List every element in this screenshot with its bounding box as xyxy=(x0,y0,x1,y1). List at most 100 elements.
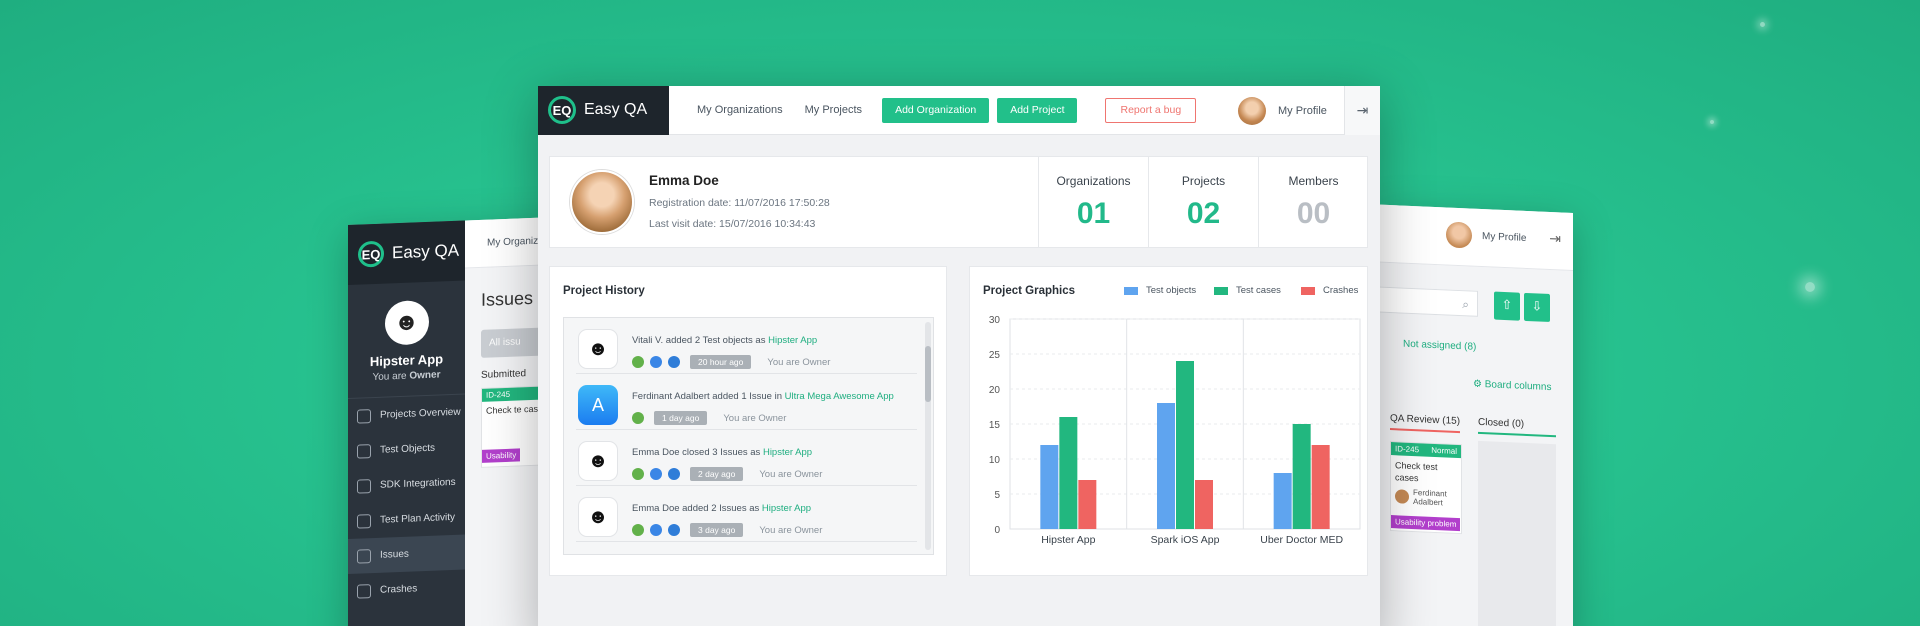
background-glow xyxy=(1710,120,1714,124)
closed-column xyxy=(1478,440,1556,626)
stat-projects[interactable]: Projects 02 xyxy=(1148,157,1258,247)
list-item[interactable]: A Ferdinant Adalbert added 1 Issue in Ult… xyxy=(576,374,917,430)
apple-icon xyxy=(650,524,662,536)
search-input[interactable]: ⌕ xyxy=(1378,286,1478,317)
bar-test-objects xyxy=(1273,473,1292,529)
android-icon xyxy=(632,524,644,536)
nav-my-projects[interactable]: My Projects xyxy=(805,104,862,116)
hipster-logo-icon: ☻ xyxy=(578,497,618,537)
list-item[interactable]: ☻ Emma Doe added 2 Issues as Hipster App 3… xyxy=(576,486,917,542)
history-meta: 20 hour ago You are Owner xyxy=(632,355,830,369)
priority-label: Normal xyxy=(1431,445,1457,456)
bar-chart: 0 5 10 15 20 25 30 Hipster App Spark iOS App Uber… xyxy=(989,315,1361,546)
logout-icon[interactable]: ⇥ xyxy=(1344,86,1380,135)
speedometer-icon xyxy=(357,408,371,424)
project-link[interactable]: Hipster App xyxy=(762,503,811,514)
role-text: You are Owner xyxy=(767,356,831,368)
avatar xyxy=(1446,221,1472,249)
column-header-submitted: Submitted xyxy=(481,368,527,381)
scrollbar[interactable] xyxy=(925,322,931,550)
issue-id: ID-245 xyxy=(1395,444,1420,455)
add-project-button[interactable]: Add Project xyxy=(997,97,1078,123)
profile-menu[interactable]: My Profile xyxy=(1446,221,1526,251)
report-bug-button[interactable]: Report a bug xyxy=(1105,97,1197,123)
y-tick-label: 5 xyxy=(994,490,1000,501)
role-text: You are Owner xyxy=(759,468,823,480)
bar-crashes xyxy=(1311,445,1330,529)
issue-title: Check test cases xyxy=(1395,460,1438,484)
hipster-logo-icon: ☻ xyxy=(578,441,618,481)
logout-icon[interactable]: ⇥ xyxy=(1549,230,1561,248)
y-tick-label: 20 xyxy=(989,385,1001,396)
project-link[interactable]: Ultra Mega Awesome App xyxy=(785,391,894,402)
project-history-panel: Project History ☻ Vitali V. added 2 Test … xyxy=(549,266,947,576)
project-summary: ☻ Hipster App You are Owner xyxy=(348,280,465,399)
filter-not-assigned[interactable]: Not assigned (8) xyxy=(1403,339,1476,353)
hipster-logo-icon: ☻ xyxy=(578,329,618,369)
stat-value: 00 xyxy=(1296,197,1331,230)
sidebar-item-crashes[interactable]: Crashes xyxy=(348,570,465,609)
sidebar-item-issues[interactable]: Issues xyxy=(348,534,465,574)
bar-test-objects xyxy=(1157,403,1175,529)
y-tick-label: 15 xyxy=(989,420,1001,431)
appstore-icon: A xyxy=(578,385,618,425)
all-issues-button[interactable]: All issu xyxy=(481,327,541,358)
background-glow xyxy=(1805,282,1815,292)
y-tick-label: 0 xyxy=(994,525,1000,536)
background-glow xyxy=(1760,22,1765,27)
warning-icon xyxy=(357,583,371,599)
download-icon[interactable]: ⇩ xyxy=(1524,292,1550,322)
x-tick-label: Uber Doctor MED xyxy=(1260,534,1343,546)
y-tick-label: 25 xyxy=(989,350,1001,361)
page-title: Issues xyxy=(481,287,534,310)
issue-card[interactable]: ID-245 Normal Check test cases Ferdinant … xyxy=(1390,441,1462,535)
sidebar-brand[interactable]: EQ Easy QA xyxy=(348,220,465,285)
brand-name: Easy QA xyxy=(584,101,648,118)
project-link[interactable]: Hipster App xyxy=(763,447,812,458)
layers-icon xyxy=(357,478,371,494)
document-icon xyxy=(357,443,371,459)
sidebar-item-projects-overview[interactable]: Projects Overview xyxy=(348,395,465,434)
bar-crashes xyxy=(1078,480,1097,529)
history-text: Emma Doe added 2 Issues as Hipster App xyxy=(632,503,812,514)
sidebar-item-sdk-integrations[interactable]: SDK Integrations xyxy=(348,465,465,504)
list-item[interactable]: ☻ Emma Doe closed 3 Issues as Hipster App… xyxy=(576,430,917,486)
history-list[interactable]: ☻ Vitali V. added 2 Test objects as Hipst… xyxy=(563,317,934,555)
history-text: Emma Doe closed 3 Issues as Hipster App xyxy=(632,447,813,458)
time-badge: 20 hour ago xyxy=(690,355,752,369)
search-icon: ⌕ xyxy=(1462,297,1469,312)
history-meta: 3 day ago You are Owner xyxy=(632,523,822,537)
profile-menu[interactable]: My Profile xyxy=(1238,97,1327,125)
top-navbar: EQ Easy QA My Organizations My Projects … xyxy=(538,85,1380,135)
brand-logo[interactable]: EQ Easy QA xyxy=(538,85,669,135)
upload-icon[interactable]: ⇧ xyxy=(1494,291,1520,321)
chart-icon xyxy=(357,513,371,529)
last-visit-date: Last visit date: 15/07/2016 10:34:43 xyxy=(649,218,816,230)
globe-icon xyxy=(668,524,680,536)
board-window-back: My Profile ⇥ ⌕ ⇧ ⇩ Not assigned (8) ⚙ Bo… xyxy=(1378,204,1573,626)
stat-organizations[interactable]: Organizations 01 xyxy=(1038,157,1148,247)
profile-card: Emma Doe Registration date: 11/07/2016 1… xyxy=(549,156,1368,248)
bug-icon xyxy=(357,548,371,564)
avatar xyxy=(1238,97,1266,125)
project-link[interactable]: Hipster App xyxy=(768,335,817,346)
board-topbar: My Profile ⇥ xyxy=(1378,204,1573,271)
role-text: You are Owner xyxy=(723,412,787,424)
stat-members[interactable]: Members 00 xyxy=(1258,157,1368,247)
easyqa-logo-icon: EQ xyxy=(548,96,576,124)
sidebar-item-test-plan-activity[interactable]: Test Plan Activity xyxy=(348,500,465,539)
nav-my-organizations[interactable]: My Organizations xyxy=(697,104,783,116)
registration-date: Registration date: 11/07/2016 17:50:28 xyxy=(649,197,830,209)
sidebar-item-test-objects[interactable]: Test Objects xyxy=(348,430,465,469)
list-item[interactable]: ☻ Vitali V. added 2 Test objects as Hipst… xyxy=(576,318,917,374)
bar-crashes xyxy=(1195,480,1213,529)
add-organization-button[interactable]: Add Organization xyxy=(882,97,990,123)
bar-test-objects xyxy=(1040,445,1059,529)
bar-test-cases xyxy=(1059,417,1078,529)
apple-icon xyxy=(650,356,662,368)
globe-icon xyxy=(668,356,680,368)
board-columns-link[interactable]: ⚙ Board columns xyxy=(1473,379,1551,393)
role-text: You are Owner xyxy=(759,524,823,536)
android-icon xyxy=(632,356,644,368)
scrollbar-thumb[interactable] xyxy=(925,346,931,402)
